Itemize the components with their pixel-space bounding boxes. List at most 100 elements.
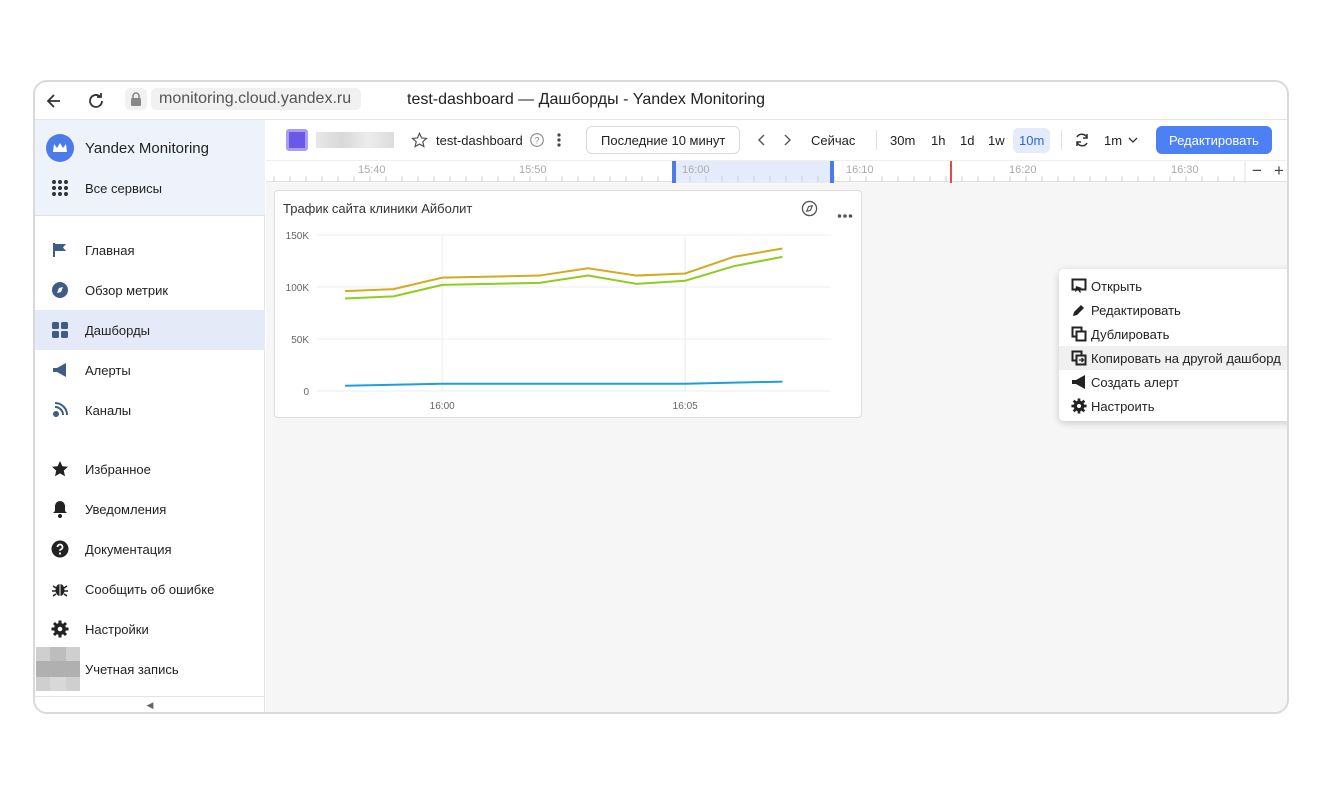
avatar [35, 647, 85, 691]
menu-item-duplicate[interactable]: Дублировать [1059, 322, 1287, 346]
browser-tab-title: test-dashboard — Дашборды - Yandex Monit… [407, 91, 766, 108]
refresh-interval-select[interactable]: 1m [1104, 120, 1138, 160]
collapse-sidebar-button[interactable]: ◀ [35, 696, 265, 712]
duplicate-icon [1071, 326, 1091, 342]
timeline-tick-label: 16:20 [1009, 164, 1037, 176]
dashboard-icon [35, 321, 85, 339]
folder-icon[interactable] [286, 120, 308, 160]
time-range-select[interactable]: Последние 10 минут [586, 120, 741, 160]
channel-icon [35, 401, 85, 419]
explore-icon[interactable] [801, 200, 818, 222]
timeline-tick-label: 16:00 [682, 164, 710, 176]
menu-item-open[interactable]: Открыть [1059, 274, 1287, 298]
dashboard-toolbar: test-dashboard ? Последние 10 минут Сейч… [266, 120, 1287, 160]
sidebar-header: Yandex Monitoring Все сервисы [35, 120, 265, 216]
zoom-out-button[interactable]: − [1252, 161, 1262, 181]
menu-item-edit[interactable]: Редактировать [1059, 298, 1287, 322]
now-button[interactable]: Сейчас [811, 120, 855, 160]
sidebar-item-label: Документация [85, 541, 172, 557]
x-tick-label: 16:05 [673, 401, 698, 412]
sidebar-item-settings[interactable]: Настройки [35, 609, 265, 649]
sidebar-item-channels[interactable]: Каналы [35, 390, 265, 430]
sidebar-item-dashboards[interactable]: Дашборды [35, 310, 265, 350]
timeline-tick-label: 16:10 [846, 164, 874, 176]
sidebar-item-notifications[interactable]: Уведомления [35, 489, 265, 529]
yandex-monitoring-logo-icon [35, 134, 85, 162]
dashboard-name: test-dashboard [436, 132, 523, 148]
brand-name: Yandex Monitoring [85, 139, 209, 157]
y-tick-label: 100K [286, 283, 310, 294]
scale-1h[interactable]: 1h [931, 120, 945, 160]
next-range-icon[interactable] [782, 120, 792, 160]
sidebar-item-label: Дашборды [85, 322, 150, 338]
sidebar-item-label: Каналы [85, 402, 132, 418]
series-line-1 [344, 247, 783, 293]
sidebar-item-metrics[interactable]: Обзор метрик [35, 270, 265, 310]
line-chart: 150K 100K 50K 0 16:00 16:05 [286, 231, 831, 412]
timeline-ruler [273, 161, 1246, 183]
series-line-3 [344, 380, 783, 387]
lock-icon[interactable] [125, 88, 147, 110]
chart-panel: Трафик сайта клиники Айболит 150K 100K 50K… [274, 190, 862, 418]
scale-1w[interactable]: 1w [988, 120, 1005, 160]
menu-item-copy-to-dashboard[interactable]: Копировать на другой дашборд [1059, 346, 1287, 370]
timeline-tick-label: 16:30 [1171, 164, 1199, 176]
sidebar-item-alerts[interactable]: Алерты [35, 350, 265, 390]
gear-icon [35, 620, 85, 638]
help-icon [35, 540, 85, 558]
panel-title: Трафик сайта клиники Айболит [283, 201, 473, 216]
menu-item-create-alert[interactable]: Создать алерт [1059, 370, 1287, 394]
bug-icon [35, 580, 85, 598]
browser-window: monitoring.cloud.yandex.ru test-dashboar… [33, 80, 1289, 714]
grid-icon [35, 179, 85, 197]
folder-name-redacted [316, 120, 394, 160]
scale-1d[interactable]: 1d [960, 120, 974, 160]
sidebar-item-account[interactable]: Учетная запись [35, 647, 265, 691]
all-services-link[interactable]: Все сервисы [35, 168, 265, 208]
edit-button[interactable]: Редактировать [1156, 120, 1272, 160]
back-arrow-icon[interactable] [41, 88, 67, 114]
sidebar: Yandex Monitoring Все сервисы Главная Об… [35, 120, 265, 712]
star-icon[interactable] [411, 120, 428, 160]
scale-30m[interactable]: 30m [890, 120, 915, 160]
compass-icon [35, 281, 85, 299]
star-icon [35, 460, 85, 478]
copy-to-icon [1071, 350, 1091, 366]
svg-text:?: ? [534, 136, 539, 146]
pencil-icon [1071, 302, 1091, 318]
sidebar-item-home[interactable]: Главная [35, 230, 265, 270]
panel-context-menu: Открыть Редактировать Дублировать Копиро… [1059, 269, 1287, 421]
brand-link[interactable]: Yandex Monitoring [35, 128, 265, 168]
main-area: test-dashboard ? Последние 10 минут Сейч… [266, 120, 1287, 712]
sidebar-item-label: Обзор метрик [85, 282, 169, 298]
y-tick-label: 150K [286, 231, 310, 242]
prev-range-icon[interactable] [757, 120, 767, 160]
reload-icon[interactable] [83, 88, 109, 114]
more-vertical-icon[interactable] [556, 120, 562, 160]
help-icon[interactable]: ? [530, 120, 544, 160]
sidebar-item-docs[interactable]: Документация [35, 529, 265, 569]
address-bar[interactable]: monitoring.cloud.yandex.ru [151, 88, 361, 110]
y-tick-label: 0 [303, 387, 309, 398]
more-horizontal-icon[interactable] [837, 206, 853, 224]
sidebar-item-label: Избранное [85, 461, 151, 477]
sidebar-item-report-bug[interactable]: Сообщить об ошибке [35, 569, 265, 609]
sidebar-item-label: Настройки [85, 621, 149, 637]
megaphone-icon [35, 361, 85, 379]
open-icon [1071, 278, 1091, 294]
scale-10m[interactable]: 10m [1013, 120, 1051, 160]
sidebar-item-label: Уведомления [85, 501, 167, 517]
timeline[interactable]: 15:40 15:50 16:00 16:10 16:20 16:30 − + [266, 160, 1287, 183]
menu-item-configure[interactable]: Настроить [1059, 394, 1287, 418]
timeline-tick-label: 15:50 [519, 164, 547, 176]
bell-icon [35, 500, 85, 518]
zoom-in-button[interactable]: + [1274, 161, 1284, 181]
all-services-label: Все сервисы [85, 180, 162, 196]
sidebar-item-label: Учетная запись [85, 661, 179, 677]
refresh-icon[interactable] [1074, 120, 1090, 160]
x-tick-label: 16:00 [430, 401, 455, 412]
alert-icon [1071, 374, 1091, 390]
sidebar-item-label: Алерты [85, 362, 131, 378]
chevron-down-icon [1128, 137, 1138, 143]
sidebar-item-favorites[interactable]: Избранное [35, 449, 265, 489]
